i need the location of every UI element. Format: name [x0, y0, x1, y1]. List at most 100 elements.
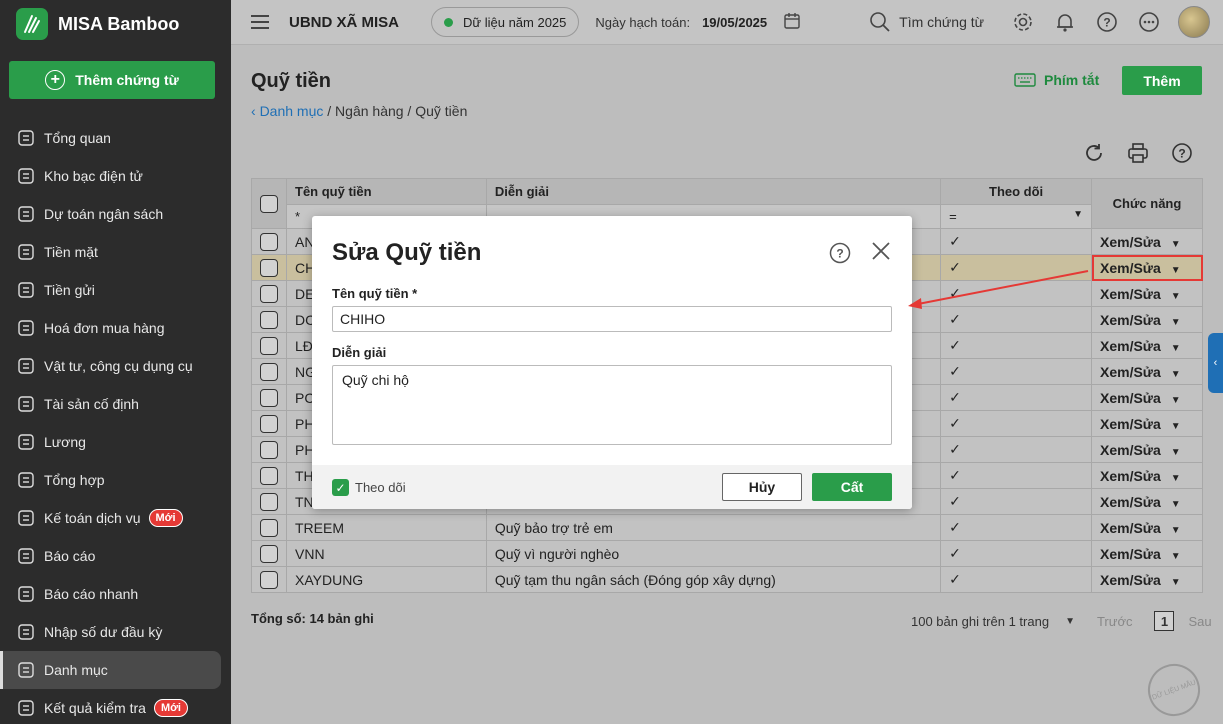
- refresh-icon[interactable]: [1083, 142, 1105, 164]
- page-size-select[interactable]: 100 bản ghi trên 1 trang: [911, 614, 1049, 629]
- row-checkbox[interactable]: [260, 258, 278, 277]
- sidebar-item[interactable]: Tổng hợp: [0, 461, 231, 499]
- add-button[interactable]: Thêm: [1122, 66, 1202, 95]
- action-dropdown-icon[interactable]: ▼: [1171, 551, 1181, 562]
- page-size-dropdown-icon[interactable]: ▼: [1065, 616, 1075, 627]
- row-checkbox[interactable]: [260, 310, 278, 329]
- view-edit-link[interactable]: Xem/Sửa: [1100, 520, 1161, 536]
- table-row[interactable]: TREEM Quỹ bảo trợ trẻ em ✓ Xem/Sửa ▼: [251, 514, 1203, 541]
- brand[interactable]: MISA Bamboo: [0, 0, 231, 48]
- gear-icon[interactable]: [1012, 11, 1034, 33]
- view-edit-link[interactable]: Xem/Sửa: [1100, 416, 1161, 432]
- view-edit-link[interactable]: Xem/Sửa: [1100, 260, 1161, 276]
- side-panel-toggle[interactable]: ‹: [1208, 333, 1223, 393]
- table-row[interactable]: XAYDUNG Quỹ tạm thu ngân sách (Đóng góp x…: [251, 566, 1203, 593]
- sidebar-item[interactable]: Kế toán dịch vụ Mới: [0, 499, 231, 537]
- calendar-icon[interactable]: [783, 12, 801, 33]
- row-checkbox[interactable]: [260, 466, 278, 485]
- row-checkbox[interactable]: [260, 232, 278, 251]
- view-edit-link[interactable]: Xem/Sửa: [1100, 572, 1161, 588]
- row-checkbox[interactable]: [260, 388, 278, 407]
- filter-follow[interactable]: = ▼: [940, 204, 1092, 229]
- view-edit-link[interactable]: Xem/Sửa: [1100, 468, 1161, 484]
- view-edit-link[interactable]: Xem/Sửa: [1100, 312, 1161, 328]
- help-icon[interactable]: ?: [829, 242, 851, 264]
- header-desc[interactable]: Diễn giải: [485, 178, 942, 205]
- view-edit-link[interactable]: Xem/Sửa: [1100, 390, 1161, 406]
- row-select-cell: [251, 436, 287, 463]
- current-page[interactable]: 1: [1154, 611, 1175, 631]
- row-checkbox[interactable]: [260, 414, 278, 433]
- help-circle-icon[interactable]: ?: [1171, 142, 1193, 164]
- follow-checkbox[interactable]: ✓ Theo dõi: [332, 479, 406, 496]
- action-dropdown-icon[interactable]: ▼: [1171, 265, 1181, 276]
- fund-name-input[interactable]: [332, 306, 892, 332]
- sidebar-item[interactable]: Nhập số dư đầu kỳ: [0, 613, 231, 651]
- print-icon[interactable]: [1127, 142, 1149, 164]
- sidebar-item[interactable]: Dự toán ngân sách: [0, 195, 231, 233]
- organization-name[interactable]: UBND XÃ MISA: [289, 14, 399, 31]
- action-dropdown-icon[interactable]: ▼: [1171, 239, 1181, 250]
- sidebar-item[interactable]: Kết quả kiểm tra Mới: [0, 689, 231, 724]
- action-dropdown-icon[interactable]: ▼: [1171, 525, 1181, 536]
- prev-page[interactable]: Trước: [1097, 614, 1133, 629]
- view-edit-link[interactable]: Xem/Sửa: [1100, 494, 1161, 510]
- sidebar-item[interactable]: Báo cáo: [0, 537, 231, 575]
- row-checkbox[interactable]: [260, 570, 278, 589]
- action-dropdown-icon[interactable]: ▼: [1171, 447, 1181, 458]
- add-voucher-button[interactable]: + Thêm chứng từ: [9, 61, 215, 99]
- view-edit-link[interactable]: Xem/Sửa: [1100, 442, 1161, 458]
- header-follow[interactable]: Theo dõi: [940, 178, 1092, 205]
- sidebar-item[interactable]: Tiền mặt: [0, 233, 231, 271]
- sidebar-item[interactable]: Tiền gửi: [0, 271, 231, 309]
- action-dropdown-icon[interactable]: ▼: [1171, 343, 1181, 354]
- row-checkbox[interactable]: [260, 336, 278, 355]
- search-vouchers[interactable]: Tìm chứng từ: [869, 11, 984, 33]
- sidebar-item[interactable]: Danh mục: [0, 651, 221, 689]
- avatar[interactable]: [1178, 6, 1211, 38]
- sidebar-item[interactable]: Báo cáo nhanh: [0, 575, 231, 613]
- action-dropdown-icon[interactable]: ▼: [1171, 369, 1181, 380]
- row-checkbox[interactable]: [260, 492, 278, 511]
- help-icon[interactable]: ?: [1096, 11, 1118, 33]
- save-button[interactable]: Cất: [812, 473, 892, 501]
- filter-dropdown-icon[interactable]: ▼: [1073, 209, 1083, 220]
- view-edit-link[interactable]: Xem/Sửa: [1100, 338, 1161, 354]
- action-dropdown-icon[interactable]: ▼: [1171, 291, 1181, 302]
- sidebar-item[interactable]: Tổng quan: [0, 119, 231, 157]
- view-edit-link[interactable]: Xem/Sửa: [1100, 234, 1161, 250]
- cancel-button[interactable]: Hủy: [722, 473, 802, 501]
- view-edit-link[interactable]: Xem/Sửa: [1100, 546, 1161, 562]
- header-name[interactable]: Tên quỹ tiền: [286, 178, 487, 205]
- breadcrumb-back-link[interactable]: ‹ Danh mục: [251, 103, 323, 119]
- menu-icon[interactable]: [251, 15, 269, 29]
- sidebar-item[interactable]: Lương: [0, 423, 231, 461]
- action-dropdown-icon[interactable]: ▼: [1171, 317, 1181, 328]
- close-icon[interactable]: [870, 240, 892, 262]
- table-row[interactable]: VNN Quỹ vì người nghèo ✓ Xem/Sửa ▼: [251, 540, 1203, 567]
- bell-icon[interactable]: [1054, 11, 1076, 33]
- action-dropdown-icon[interactable]: ▼: [1171, 395, 1181, 406]
- description-textarea[interactable]: Quỹ chi hộ: [332, 365, 892, 445]
- data-year-selector[interactable]: Dữ liệu năm 2025: [431, 7, 580, 37]
- row-checkbox[interactable]: [260, 284, 278, 303]
- action-dropdown-icon[interactable]: ▼: [1171, 577, 1181, 588]
- more-icon[interactable]: [1138, 11, 1160, 33]
- row-checkbox[interactable]: [260, 518, 278, 537]
- sidebar-item[interactable]: Kho bạc điện tử: [0, 157, 231, 195]
- select-all-checkbox[interactable]: [260, 194, 278, 213]
- view-edit-link[interactable]: Xem/Sửa: [1100, 286, 1161, 302]
- posting-date-value[interactable]: 19/05/2025: [702, 15, 767, 30]
- sidebar-item[interactable]: Vật tư, công cụ dụng cụ: [0, 347, 231, 385]
- row-checkbox[interactable]: [260, 440, 278, 459]
- sidebar-item[interactable]: Tài sản cố định: [0, 385, 231, 423]
- action-dropdown-icon[interactable]: ▼: [1171, 473, 1181, 484]
- row-checkbox[interactable]: [260, 544, 278, 563]
- shortcut-button[interactable]: Phím tắt: [1014, 72, 1099, 88]
- row-checkbox[interactable]: [260, 362, 278, 381]
- sidebar-item[interactable]: Hoá đơn mua hàng: [0, 309, 231, 347]
- next-page[interactable]: Sau: [1188, 614, 1211, 629]
- view-edit-link[interactable]: Xem/Sửa: [1100, 364, 1161, 380]
- action-dropdown-icon[interactable]: ▼: [1171, 499, 1181, 510]
- action-dropdown-icon[interactable]: ▼: [1171, 421, 1181, 432]
